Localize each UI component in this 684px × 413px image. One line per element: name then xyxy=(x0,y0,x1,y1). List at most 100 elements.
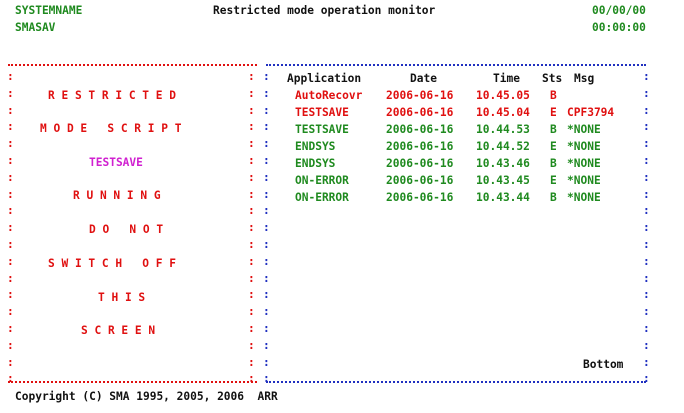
left-panel-right-border: : xyxy=(248,103,255,117)
left-panel-right-border: : xyxy=(248,221,255,235)
left-panel-top-border xyxy=(8,64,257,68)
row-sts: E xyxy=(550,106,557,119)
row-msg: *NONE xyxy=(567,157,601,170)
left-panel-left-border: : xyxy=(7,322,14,335)
row-sts: E xyxy=(550,174,557,187)
left-panel-left-border: : xyxy=(7,103,14,117)
copyright-text: Copyright (C) SMA 1995, 2005, 2006 ARR xyxy=(15,390,278,403)
col-header-msg: Msg xyxy=(574,72,595,85)
col-header-time: Time xyxy=(493,72,520,85)
left-panel-left-border: : xyxy=(7,372,14,386)
left-panel-left-border: : xyxy=(7,221,14,235)
left-panel-right-border: : xyxy=(248,204,255,218)
right-panel-left-border: : xyxy=(263,338,270,352)
row-application: ENDSYS xyxy=(295,140,336,153)
left-panel-right-border: : xyxy=(248,338,255,352)
right-panel-left-border: : xyxy=(263,271,270,285)
row-time: 10.45.05 xyxy=(476,89,530,102)
row-application: ON-ERROR xyxy=(295,174,349,187)
row-time: 10.44.53 xyxy=(476,123,530,136)
header-date: 00/00/00 xyxy=(592,4,646,17)
row-application: TESTSAVE xyxy=(295,123,349,136)
col-header-date: Date xyxy=(410,72,437,85)
right-panel-right-border: : xyxy=(643,221,650,235)
left-panel-left-border: : xyxy=(7,355,14,369)
col-header-sts: Sts xyxy=(542,72,563,85)
row-application: AutoRecovr xyxy=(295,89,363,102)
right-panel-left-border: : xyxy=(263,137,270,151)
right-panel-right-border: : xyxy=(643,154,650,167)
row-sts: B xyxy=(550,157,557,170)
right-panel-right-border: : xyxy=(643,254,650,268)
script-name: TESTSAVE xyxy=(89,156,143,169)
row-msg: *NONE xyxy=(567,191,601,204)
switch-off-label: S W I T C H O F F xyxy=(48,257,176,270)
left-panel-right-border: : xyxy=(248,288,255,302)
row-time: 10.44.52 xyxy=(476,140,530,153)
left-panel-right-border: : xyxy=(248,86,255,100)
right-panel-left-border: : xyxy=(263,238,270,251)
right-panel-left-border: : xyxy=(263,103,270,117)
left-panel-right-border: : xyxy=(248,187,255,201)
left-panel-right-border: : xyxy=(248,70,255,83)
row-time: 10.43.44 xyxy=(476,191,530,204)
left-panel-right-border: : xyxy=(248,170,255,184)
left-panel-left-border: : xyxy=(7,238,14,251)
screen-title: Restricted mode operation monitor xyxy=(213,4,436,17)
col-header-application: Application xyxy=(287,72,362,85)
right-panel-left-border: : xyxy=(263,120,270,134)
left-panel-left-border: : xyxy=(7,187,14,201)
row-application: ENDSYS xyxy=(295,157,336,170)
row-date: 2006-06-16 xyxy=(386,89,454,102)
row-date: 2006-06-16 xyxy=(386,140,454,153)
right-panel-left-border: : xyxy=(263,355,270,369)
right-panel-right-border: : xyxy=(643,187,650,201)
left-panel-right-border: : xyxy=(248,238,255,251)
left-panel-right-border: : xyxy=(248,120,255,134)
running-label: R U N N I N G xyxy=(73,189,161,202)
right-panel-left-border: : xyxy=(263,322,270,335)
this-label: T H I S xyxy=(98,291,146,304)
left-panel-bottom-border xyxy=(8,381,257,385)
left-panel-right-border: : xyxy=(248,254,255,268)
row-application: TESTSAVE xyxy=(295,106,349,119)
row-msg: *NONE xyxy=(567,140,601,153)
right-panel-left-border: : xyxy=(263,221,270,235)
left-panel-left-border: : xyxy=(7,86,14,100)
left-panel-right-border: : xyxy=(248,154,255,167)
system-name: SYSTEMNAME xyxy=(15,4,83,17)
right-panel-right-border: : xyxy=(643,305,650,319)
right-panel-right-border: : xyxy=(643,170,650,184)
row-application: ON-ERROR xyxy=(295,191,349,204)
right-panel-left-border: : xyxy=(263,70,270,83)
restricted-label: R E S T R I C T E D xyxy=(48,89,176,102)
right-panel-right-border: : xyxy=(643,288,650,302)
left-panel-left-border: : xyxy=(7,204,14,218)
left-panel-right-border: : xyxy=(248,372,255,386)
right-panel-right-border: : xyxy=(643,70,650,83)
row-time: 10.45.04 xyxy=(476,106,530,119)
right-panel-right-border: : xyxy=(643,238,650,251)
row-msg: *NONE xyxy=(567,174,601,187)
row-msg: *NONE xyxy=(567,123,601,136)
left-panel-left-border: : xyxy=(7,120,14,134)
left-panel-right-border: : xyxy=(248,322,255,335)
right-panel-left-border: : xyxy=(263,187,270,201)
right-panel-left-border: : xyxy=(263,170,270,184)
right-panel-right-border: : xyxy=(643,137,650,151)
right-panel-right-border: : xyxy=(643,372,650,386)
left-panel-right-border: : xyxy=(248,137,255,151)
left-panel-right-border: : xyxy=(248,355,255,369)
row-time: 10.43.46 xyxy=(476,157,530,170)
right-panel-right-border: : xyxy=(643,204,650,218)
left-panel-left-border: : xyxy=(7,137,14,151)
left-panel-left-border: : xyxy=(7,70,14,83)
right-panel-right-border: : xyxy=(643,103,650,117)
right-panel-right-border: : xyxy=(643,355,650,369)
row-sts: B xyxy=(550,123,557,136)
right-panel-left-border: : xyxy=(263,254,270,268)
right-panel-right-border: : xyxy=(643,120,650,134)
right-panel-left-border: : xyxy=(263,372,270,386)
program-name: SMASAV xyxy=(15,21,56,34)
right-panel-left-border: : xyxy=(263,86,270,100)
